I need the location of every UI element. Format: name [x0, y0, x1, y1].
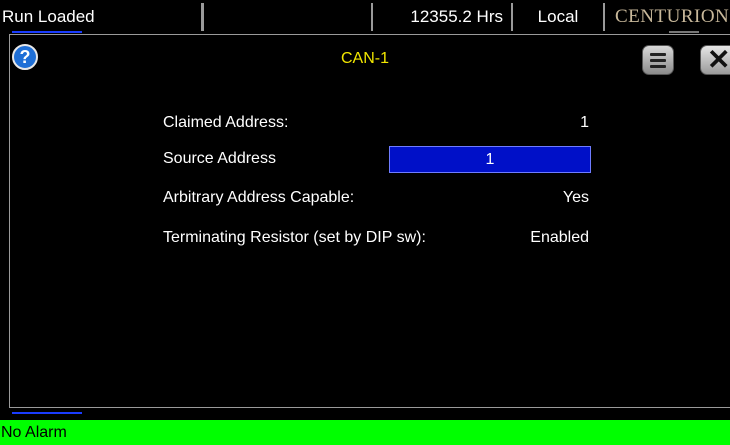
engine-hours: 12355.2 Hrs — [373, 3, 513, 31]
terminating-resistor-value: Enabled — [530, 229, 589, 246]
menu-icon-bar — [650, 65, 666, 68]
terminating-resistor-label: Terminating Resistor (set by DIP sw): — [163, 229, 426, 246]
control-mode: Local — [513, 3, 605, 31]
menu-button[interactable] — [642, 45, 674, 75]
source-address-label: Source Address — [163, 150, 276, 167]
brand-logo: CENTURION — [605, 3, 730, 31]
arbitrary-address-value: Yes — [562, 189, 589, 206]
status-segment-empty — [203, 3, 373, 31]
menu-icon — [650, 53, 666, 56]
terminating-resistor-row: Terminating Resistor (set by DIP sw): En… — [163, 226, 593, 250]
close-icon: ✕ — [707, 44, 730, 75]
alarm-status-text: No Alarm — [1, 424, 67, 441]
menu-icon-bar — [650, 59, 666, 62]
arbitrary-address-row: Arbitrary Address Capable: Yes — [163, 186, 593, 210]
close-button[interactable]: ✕ — [700, 45, 730, 75]
claimed-address-label: Claimed Address: — [163, 114, 289, 131]
indicator-line — [12, 31, 82, 33]
alarm-indicator-line — [12, 412, 82, 414]
indicator-line-right — [669, 31, 699, 33]
claimed-address-row: Claimed Address: 1 — [163, 111, 593, 135]
dialog-panel — [9, 34, 730, 408]
arbitrary-address-label: Arbitrary Address Capable: — [163, 189, 355, 206]
source-address-input[interactable]: 1 — [389, 146, 591, 173]
dialog-title: CAN-1 — [340, 50, 389, 67]
claimed-address-value: 1 — [580, 114, 589, 131]
alarm-bar[interactable]: No Alarm — [0, 420, 730, 445]
status-bar: Run Loaded 12355.2 Hrs Local CENTURION — [0, 0, 730, 32]
run-state-label: Run Loaded — [0, 3, 203, 31]
